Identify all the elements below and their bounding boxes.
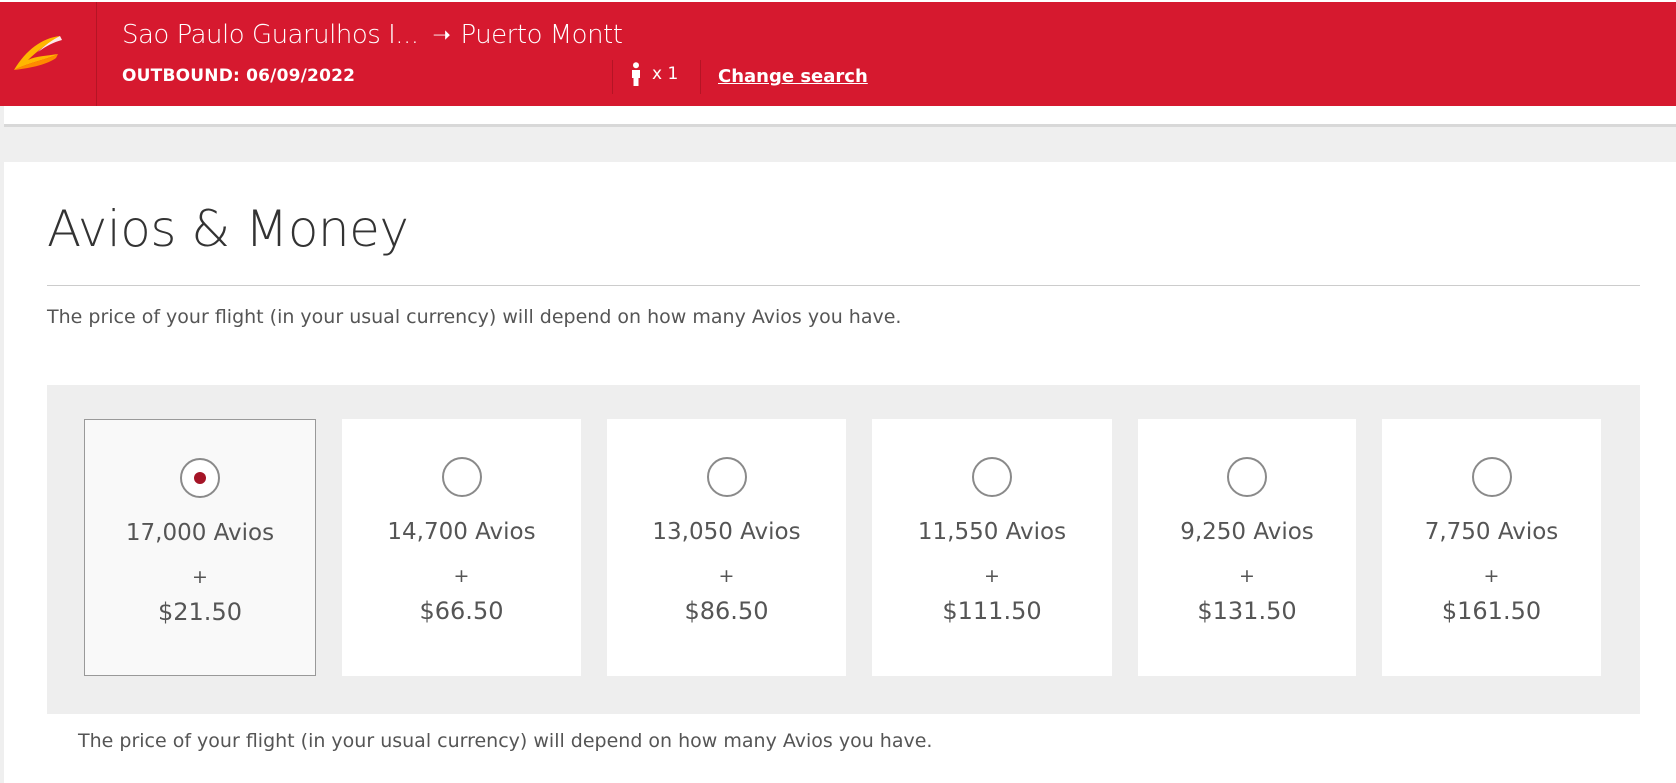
money-amount: $161.50 bbox=[1441, 597, 1542, 625]
avios-options-panel: 17,000 Avios + $21.50 14,700 Avios + $66… bbox=[47, 385, 1640, 714]
money-amount: $66.50 bbox=[419, 597, 504, 625]
plus-sign: + bbox=[453, 565, 470, 587]
route-title: Sao Paulo Guarulhos I... ➝ Puerto Montt bbox=[122, 20, 623, 50]
grey-band bbox=[0, 106, 1676, 162]
money-amount: $111.50 bbox=[942, 597, 1042, 625]
radio-button[interactable] bbox=[706, 457, 747, 497]
change-search-link[interactable]: Change search bbox=[718, 66, 868, 87]
title-divider bbox=[47, 285, 1640, 286]
band-strip bbox=[4, 106, 1676, 127]
passenger-count: x 1 bbox=[630, 62, 678, 86]
passenger-count-label: x 1 bbox=[652, 64, 679, 84]
left-edge bbox=[0, 162, 4, 783]
header-divider bbox=[700, 60, 701, 94]
avios-option-3[interactable]: 13,050 Avios + $86.50 bbox=[607, 419, 846, 676]
avios-amount: 14,700 Avios bbox=[387, 519, 536, 545]
radio-button[interactable] bbox=[972, 457, 1012, 497]
avios-option-2[interactable]: 14,700 Avios + $66.50 bbox=[342, 419, 581, 676]
iberia-logo-icon bbox=[14, 36, 62, 70]
avios-option-6[interactable]: 7,750 Avios + $161.50 bbox=[1382, 419, 1601, 676]
radio-button[interactable] bbox=[1471, 457, 1512, 497]
price-description-bottom: The price of your flight (in your usual … bbox=[78, 730, 933, 752]
header-divider bbox=[612, 60, 613, 94]
plus-sign: + bbox=[1239, 565, 1255, 587]
plus-sign: + bbox=[718, 565, 735, 587]
outbound-date: OUTBOUND: 06/09/2022 bbox=[122, 66, 356, 86]
money-amount: $21.50 bbox=[158, 598, 242, 626]
money-amount: $131.50 bbox=[1197, 597, 1297, 625]
avios-option-5[interactable]: 9,250 Avios + $131.50 bbox=[1138, 419, 1356, 676]
avios-amount: 7,750 Avios bbox=[1424, 519, 1559, 545]
plus-sign: + bbox=[984, 565, 1000, 587]
arrow-right-icon: ➝ bbox=[432, 22, 451, 48]
money-amount: $86.50 bbox=[684, 597, 769, 625]
brand-logo[interactable] bbox=[0, 2, 97, 106]
avios-option-1[interactable]: 17,000 Avios + $21.50 bbox=[84, 419, 316, 676]
destination-label: Puerto Montt bbox=[460, 20, 623, 50]
avios-amount: 9,250 Avios bbox=[1180, 519, 1314, 545]
person-icon bbox=[632, 62, 640, 86]
top-bar: Sao Paulo Guarulhos I... ➝ Puerto Montt … bbox=[0, 0, 1676, 106]
origin-label: Sao Paulo Guarulhos I... bbox=[122, 20, 419, 50]
radio-button[interactable] bbox=[1227, 457, 1267, 497]
radio-button-selected[interactable] bbox=[180, 458, 220, 498]
avios-amount: 11,550 Avios bbox=[917, 519, 1067, 545]
avios-amount: 13,050 Avios bbox=[652, 519, 801, 545]
radio-button[interactable] bbox=[441, 457, 482, 497]
price-description: The price of your flight (in your usual … bbox=[47, 306, 902, 328]
avios-option-4[interactable]: 11,550 Avios + $111.50 bbox=[872, 419, 1112, 676]
plus-sign: + bbox=[1483, 565, 1500, 587]
plus-sign: + bbox=[192, 566, 208, 588]
avios-amount: 17,000 Avios bbox=[125, 520, 275, 546]
page-title: Avios & Money bbox=[47, 200, 409, 258]
